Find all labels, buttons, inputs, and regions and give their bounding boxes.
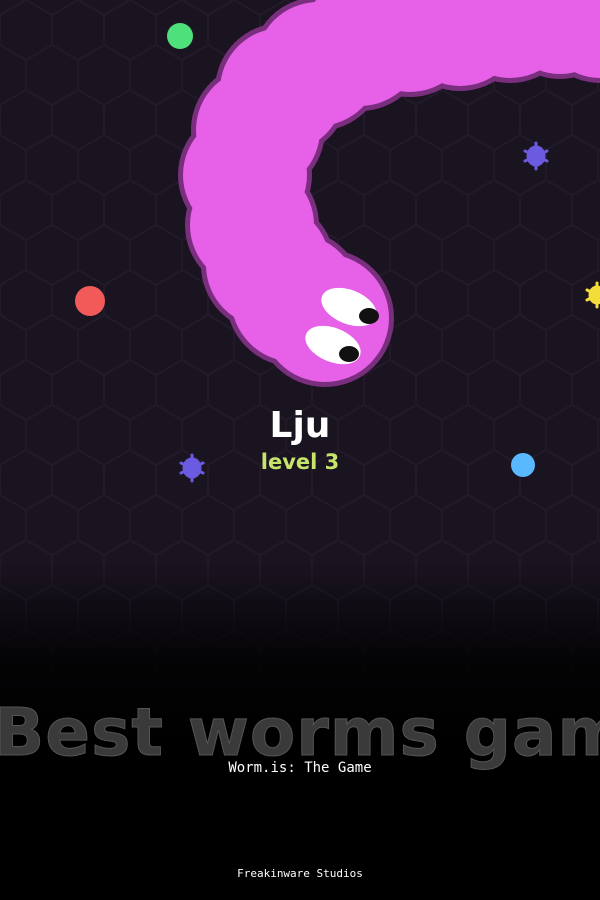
player-name: Lju [269,405,331,446]
food-pellet-green [167,23,193,49]
worm-pupil [359,308,379,324]
food-pellet-red [75,286,105,316]
player-level: level 3 [260,450,340,474]
studio-credit: Freakinware Studios [237,867,363,880]
worm-pupil [339,346,359,362]
game-title: Worm.is: The Game [228,760,372,776]
game-screen: Lju level 3 Best worms game! Worm.is: Th… [0,0,600,900]
